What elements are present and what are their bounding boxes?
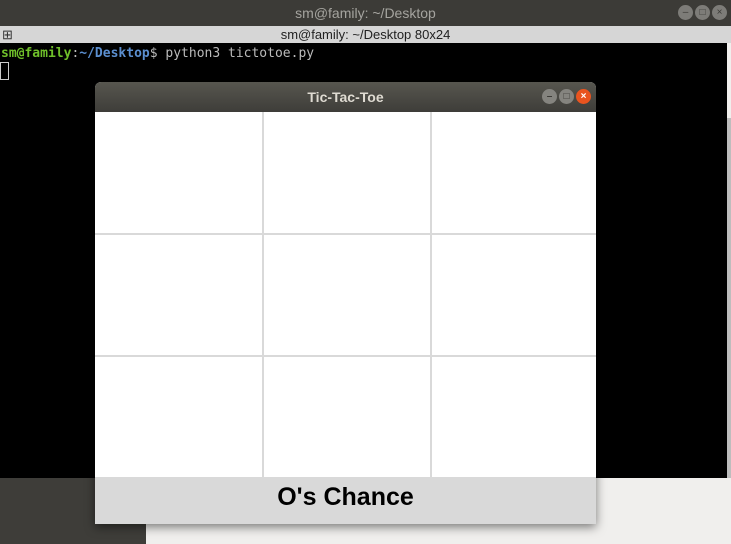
- minimize-icon[interactable]: –: [542, 89, 557, 104]
- terminal-title-bar: sm@family: ~/Desktop – □ ×: [0, 0, 731, 26]
- maximize-icon[interactable]: □: [559, 89, 574, 104]
- board-cell[interactable]: [432, 235, 596, 355]
- game-window-title: Tic-Tac-Toe: [307, 89, 384, 105]
- terminal-cursor: [0, 62, 9, 80]
- board-cell[interactable]: [432, 357, 596, 477]
- board-cell[interactable]: [95, 235, 262, 355]
- board-cell[interactable]: [95, 357, 262, 477]
- tic-tac-toe-window: Tic-Tac-Toe – □ × O's Chance: [95, 82, 596, 524]
- terminal-window-title: sm@family: ~/Desktop: [295, 5, 436, 21]
- prompt-path: ~/Desktop: [79, 46, 150, 61]
- prompt-dollar: $: [149, 46, 158, 61]
- board-cell[interactable]: [95, 112, 262, 233]
- command-text: python3 tictotoe.py: [157, 46, 315, 61]
- turn-status: O's Chance: [95, 477, 596, 524]
- game-board: [95, 112, 596, 477]
- terminal-tab[interactable]: sm@family: ~/Desktop 80x24: [0, 26, 731, 43]
- game-title-bar: Tic-Tac-Toe – □ ×: [95, 82, 596, 112]
- maximize-icon[interactable]: □: [695, 5, 710, 20]
- close-icon[interactable]: ×: [712, 5, 727, 20]
- close-icon[interactable]: ×: [576, 89, 591, 104]
- prompt-user: sm@family: [1, 46, 72, 61]
- minimize-icon[interactable]: –: [678, 5, 693, 20]
- board-cell[interactable]: [432, 112, 596, 233]
- board-cell[interactable]: [264, 112, 430, 233]
- tab-menu-icon[interactable]: ⊞: [2, 27, 13, 42]
- board-cell[interactable]: [264, 235, 430, 355]
- board-cell[interactable]: [264, 357, 430, 477]
- scrollbar[interactable]: [727, 118, 731, 478]
